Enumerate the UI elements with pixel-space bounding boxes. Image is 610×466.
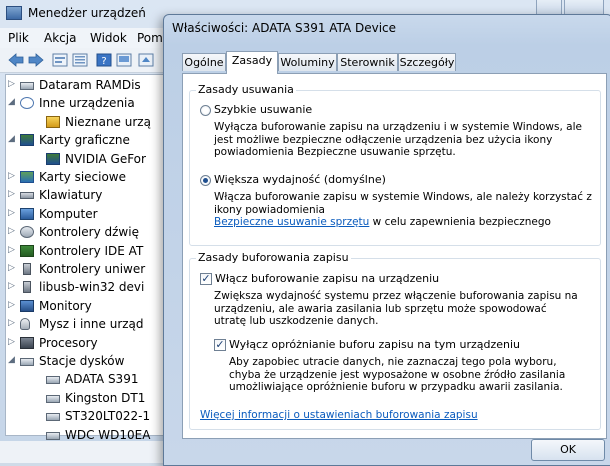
device-tree-item-label: Mysz i inne urząd (39, 317, 144, 332)
expand-arrow-icon[interactable]: ▷ (8, 245, 18, 255)
expand-arrow-icon[interactable]: ▷ (8, 281, 18, 291)
drive-icon (46, 431, 60, 440)
ok-button[interactable]: OK (531, 439, 605, 461)
expand-arrow-icon[interactable]: ▷ (8, 171, 18, 181)
write-caching-group: Zasady buforowania zapisu ✓ Włącz buforo… (189, 251, 601, 430)
update-driver-icon[interactable] (138, 53, 154, 67)
safely-remove-hardware-link[interactable]: Bezpieczne usuwanie sprzętu (214, 216, 369, 228)
expand-arrow-icon[interactable]: ▷ (8, 208, 18, 218)
better-performance-label[interactable]: Większa wydajność (domyślne) (214, 173, 386, 186)
device-tree-item-label: Kontrolery IDE AT (39, 243, 144, 258)
tab-policies[interactable]: Zasady (226, 51, 278, 74)
ide-controller-icon (20, 244, 34, 257)
expand-arrow-icon[interactable]: ▷ (8, 318, 18, 328)
menu-file[interactable]: Plik (8, 31, 29, 45)
forward-arrow-icon[interactable] (28, 53, 44, 67)
device-tree-item-label: Kontrolery uniwer (39, 262, 146, 276)
device-tree-item-label: Procesory (39, 335, 98, 350)
collapse-arrow-icon[interactable]: ◢ (8, 134, 18, 144)
quick-removal-radio[interactable] (200, 105, 211, 116)
better-performance-desc-text: Włącza buforowanie zapisu w systemie Win… (214, 191, 592, 216)
properties-dialog: Właściwości: ADATA S391 ATA Device Ogóln… (163, 14, 610, 466)
device-tree-item-label: ADATA S391 (65, 372, 139, 387)
collapse-arrow-icon[interactable]: ◢ (8, 97, 18, 107)
device-tree-item-label: Komputer (39, 206, 98, 221)
drive-icon (46, 394, 60, 403)
back-arrow-icon[interactable] (8, 53, 24, 67)
sound-icon (20, 226, 34, 239)
unknown-device-icon (20, 97, 34, 110)
device-tree-item-label: Monitory (39, 298, 92, 313)
drive-icon (46, 376, 60, 385)
monitor-icon (20, 299, 34, 312)
write-caching-more-info-link[interactable]: Więcej informacji o ustawieniach buforow… (200, 409, 478, 422)
expand-arrow-icon[interactable]: ▷ (8, 300, 18, 310)
collapse-arrow-icon[interactable]: ◢ (8, 355, 18, 365)
quick-removal-description: Wyłącza buforowanie zapisu na urządzeniu… (214, 121, 582, 158)
properties-icon[interactable] (52, 53, 68, 67)
policies-panel: Zasady usuwania Szybkie usuwanie Wyłącza… (182, 73, 607, 439)
display-adapter-icon (20, 134, 34, 147)
device-tree-item-label: Karty graficzne (39, 133, 130, 148)
svg-text:?: ? (101, 56, 106, 67)
menu-action[interactable]: Akcja (44, 31, 76, 45)
better-performance-description: Włącza buforowanie zapisu w systemie Win… (214, 191, 594, 229)
enable-write-caching-label[interactable]: Włącz buforowanie zapisu na urządzeniu (215, 272, 439, 285)
usb-icon (23, 263, 31, 275)
removal-policy-group: Zasady usuwania Szybkie usuwanie Wyłącza… (189, 83, 601, 246)
disable-buffer-flushing-label[interactable]: Wyłącz opróżnianie buforu zapisu na tym … (229, 338, 520, 351)
enable-write-caching-checkbox[interactable]: ✓ (200, 273, 212, 285)
usb-icon (23, 281, 31, 294)
tab-general[interactable]: Ogólne (182, 53, 226, 71)
tab-volumes[interactable]: Woluminy (278, 53, 337, 71)
device-tree-item-label: Kontrolery dźwię (39, 225, 139, 240)
network-icon (20, 171, 34, 183)
write-caching-title: Zasady buforowania zapisu (196, 251, 351, 264)
processor-icon (20, 336, 34, 349)
expand-arrow-icon[interactable]: ▷ (8, 226, 18, 236)
device-tree-item-label: Klawiatury (39, 188, 103, 203)
display-adapter-icon (46, 152, 60, 165)
device-tree-item-label: Dataram RAMDis (39, 78, 141, 92)
expand-arrow-icon[interactable]: ▷ (8, 79, 18, 89)
device-tree-item-label: Nieznane urzą (65, 114, 151, 129)
dialog-title: Właściwości: ADATA S391 ATA Device (172, 21, 397, 35)
scan-hardware-icon[interactable] (116, 53, 132, 67)
device-manager-icon (6, 6, 22, 20)
device-tree-item-label: Kingston DT1 (65, 390, 146, 405)
better-performance-radio[interactable] (200, 175, 211, 186)
device-tree-item-label: Inne urządzenia (39, 96, 135, 111)
device-tree-item-label: WDC WD10EA (65, 427, 151, 442)
enable-write-caching-description: Zwiększa wydajność systemu przez włączen… (214, 290, 578, 327)
removal-policy-title: Zasady usuwania (196, 83, 296, 96)
expand-arrow-icon[interactable]: ▷ (8, 263, 18, 273)
device-tree-item-label: ST320LT022-1 (65, 409, 151, 424)
mouse-icon (20, 318, 30, 331)
drive-icon (46, 413, 60, 422)
menu-view[interactable]: Widok (90, 31, 127, 45)
tab-driver[interactable]: Sterownik (337, 53, 398, 71)
better-performance-desc-tail: w celu zapewnienia bezpiecznego (372, 216, 551, 228)
expand-arrow-icon[interactable]: ▷ (8, 189, 18, 199)
device-tree-item-label: Stacje dysków (39, 354, 125, 368)
computer-icon (20, 207, 34, 220)
tab-details[interactable]: Szczegóły (398, 53, 456, 71)
details-icon[interactable] (72, 53, 88, 67)
menu-help[interactable]: Pom (137, 31, 163, 45)
keyboard-icon (20, 192, 34, 200)
disable-buffer-flushing-checkbox[interactable]: ✓ (214, 339, 226, 351)
drive-icon (20, 82, 34, 90)
device-tree-item-label: NVIDIA GeFor (65, 151, 146, 166)
quick-removal-label[interactable]: Szybkie usuwanie (214, 103, 312, 116)
device-tree-item-label: Karty sieciowe (39, 170, 127, 184)
warning-device-icon (46, 115, 60, 128)
expand-arrow-icon[interactable]: ▷ (8, 337, 18, 347)
help-icon[interactable]: ? (96, 53, 112, 67)
disable-buffer-flushing-description: Aby zapobiec utracie danych, nie zaznacz… (229, 356, 566, 393)
device-manager-title: Menedżer urządzeń (28, 6, 146, 20)
device-tree-item-label: libusb-win32 devi (39, 280, 145, 295)
drive-icon (20, 358, 34, 366)
